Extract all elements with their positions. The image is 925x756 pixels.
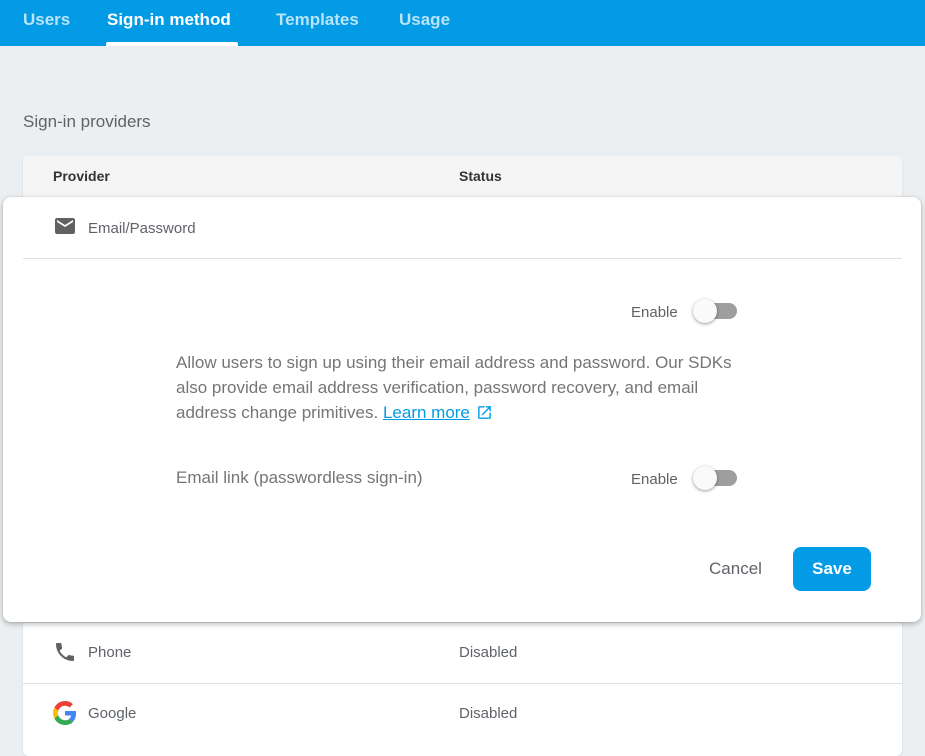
section-title: Sign-in providers <box>23 112 151 131</box>
tab-sign-in-method[interactable]: Sign-in method <box>107 0 231 46</box>
column-header-status: Status <box>459 168 502 184</box>
email-link-enable-toggle[interactable] <box>693 465 737 491</box>
email-link-label: Email link (passwordless sign-in) <box>176 468 423 487</box>
toggle-thumb <box>693 299 717 323</box>
provider-status: Disabled <box>459 705 518 722</box>
email-password-config-panel: Email/Password Enable Allow users to sig… <box>3 197 921 622</box>
table-row[interactable]: Google Disabled <box>23 683 902 744</box>
email-password-enable-toggle[interactable] <box>693 298 737 324</box>
save-button[interactable]: Save <box>793 547 871 591</box>
table-row[interactable]: Phone Disabled <box>23 622 902 683</box>
mail-icon <box>53 214 77 238</box>
email-password-enable-label: Enable <box>631 304 678 321</box>
provider-name: Phone <box>88 644 132 661</box>
email-password-description: Allow users to sign up using their email… <box>176 350 756 425</box>
active-tab-indicator <box>106 42 238 46</box>
top-tab-bar: Users Sign-in method Templates Usage <box>0 0 925 46</box>
cancel-button[interactable]: Cancel <box>693 547 778 591</box>
tab-usage[interactable]: Usage <box>399 0 450 46</box>
phone-icon <box>53 640 77 664</box>
toggle-thumb <box>693 466 717 490</box>
panel-divider <box>23 258 902 259</box>
tab-templates[interactable]: Templates <box>276 0 359 46</box>
google-logo-icon <box>53 701 77 725</box>
learn-more-link[interactable]: Learn more <box>383 403 470 422</box>
table-header: Provider Status <box>23 156 902 198</box>
column-header-provider: Provider <box>53 168 110 184</box>
tab-users[interactable]: Users <box>23 0 70 46</box>
email-link-enable-label: Enable <box>631 471 678 488</box>
provider-status: Disabled <box>459 644 518 661</box>
external-link-icon[interactable] <box>476 403 493 420</box>
provider-name: Google <box>88 705 137 722</box>
panel-provider-name: Email/Password <box>88 220 196 237</box>
